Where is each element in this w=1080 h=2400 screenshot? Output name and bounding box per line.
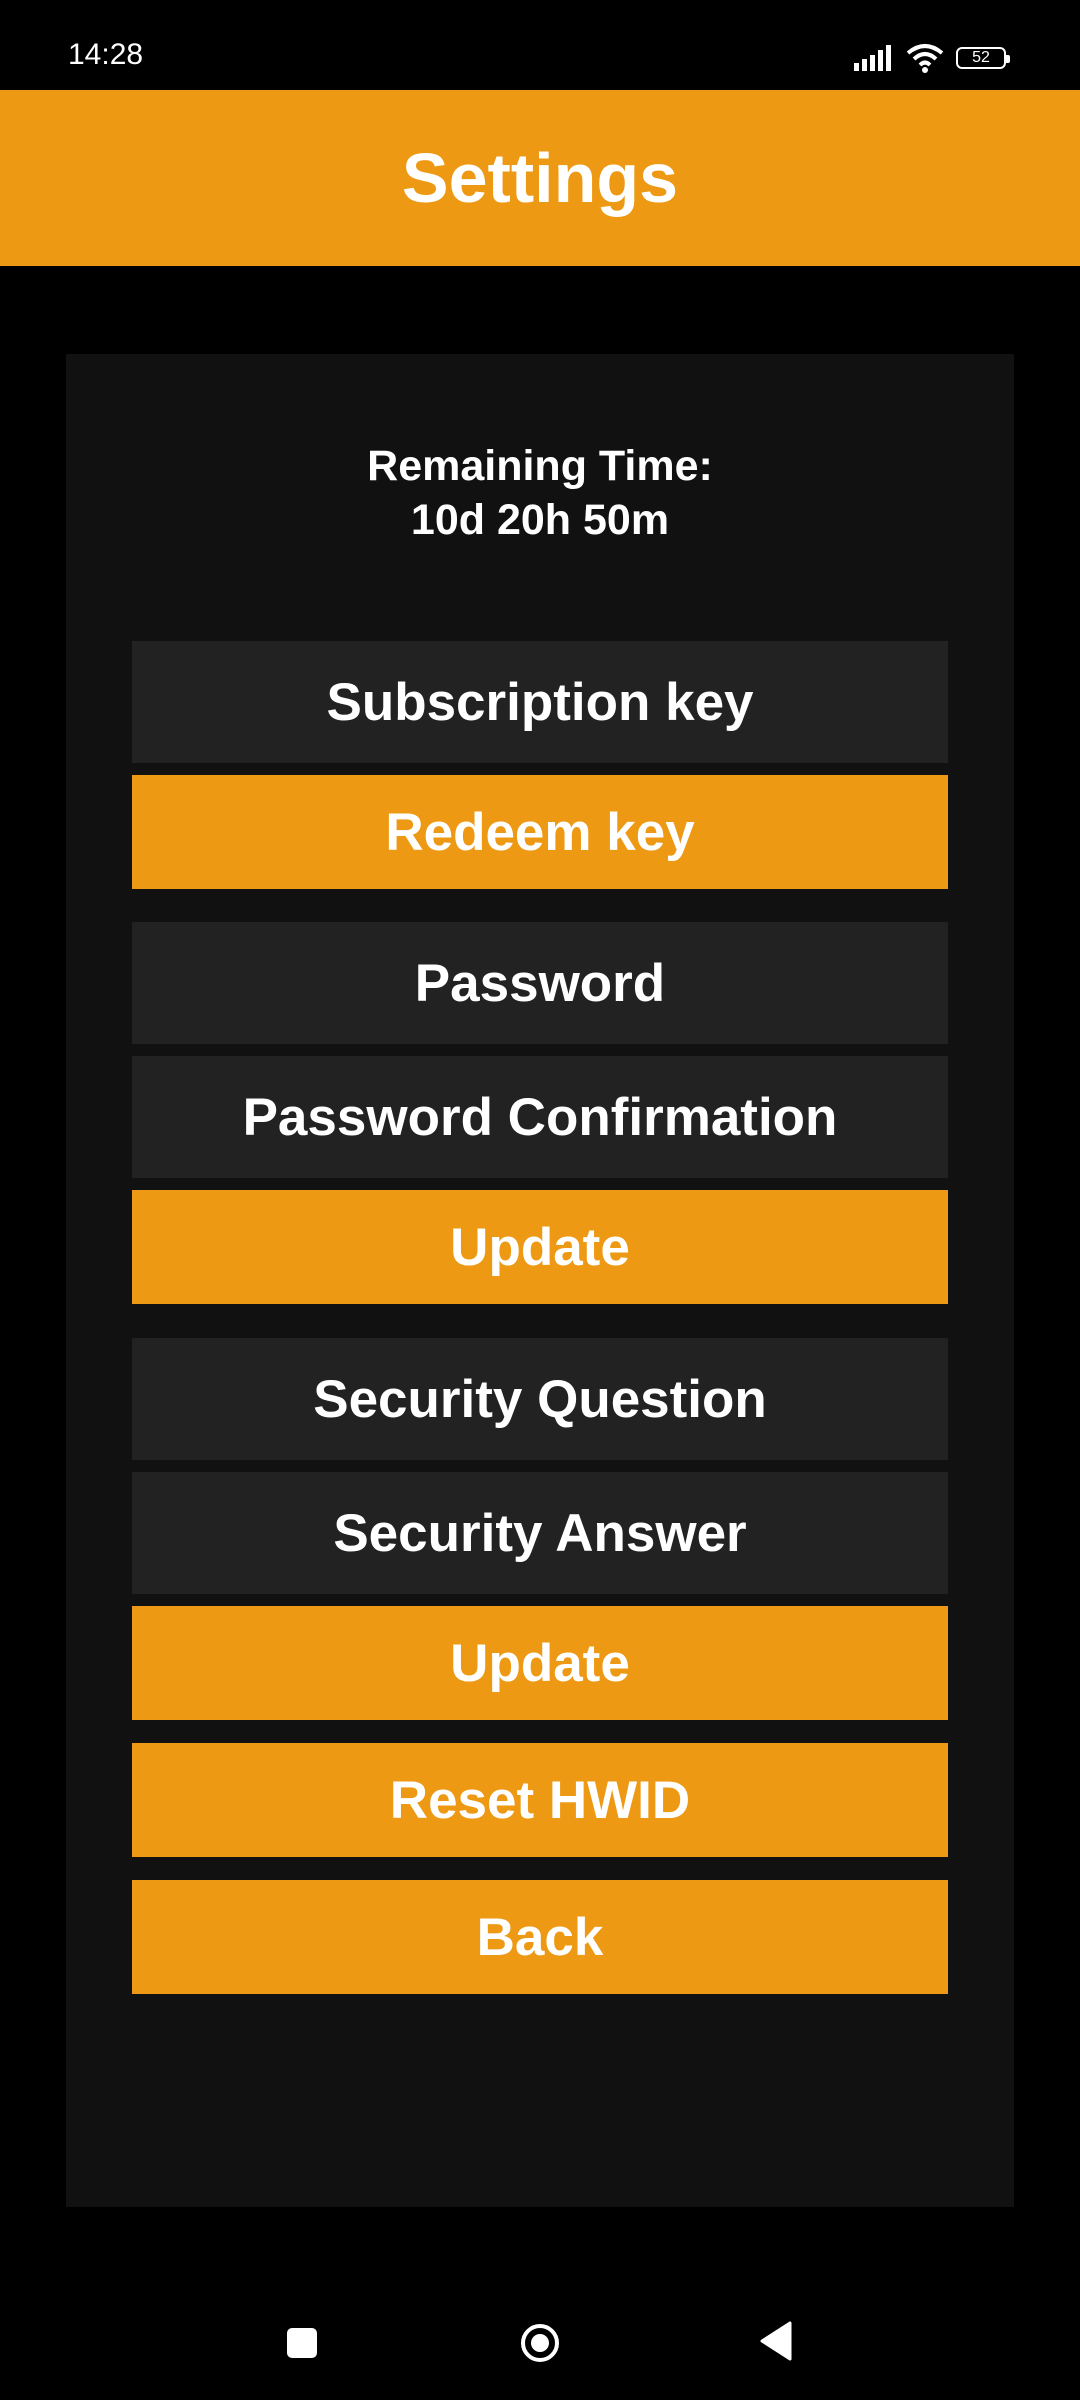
update-password-button[interactable]: Update	[132, 1190, 948, 1304]
app-header: Settings	[0, 90, 1080, 266]
redeem-key-button[interactable]: Redeem key	[132, 775, 948, 889]
settings-panel: Remaining Time: 10d 20h 50m Subscription…	[66, 354, 1014, 2207]
update-security-button[interactable]: Update	[132, 1606, 948, 1720]
recents-square-icon[interactable]	[287, 2328, 317, 2358]
status-time: 14:28	[68, 38, 144, 71]
subscription-key-field[interactable]: Subscription key	[132, 641, 948, 763]
back-button[interactable]: Back	[132, 1880, 948, 1994]
page-title: Settings	[401, 139, 679, 217]
password-confirmation-field[interactable]: Password Confirmation	[132, 1056, 948, 1178]
status-icons: 52	[854, 40, 1010, 76]
wifi-icon	[906, 44, 944, 73]
back-triangle-icon[interactable]	[760, 2321, 792, 2361]
security-answer-field[interactable]: Security Answer	[132, 1472, 948, 1594]
remaining-time-label: Remaining Time:	[367, 442, 713, 490]
remaining-time: Remaining Time: 10d 20h 50m	[66, 439, 1014, 547]
navigation-bar	[0, 2290, 1080, 2400]
remaining-time-value: 10d 20h 50m	[410, 496, 670, 544]
home-circle-icon[interactable]	[520, 2323, 560, 2363]
reset-hwid-button[interactable]: Reset HWID	[132, 1743, 948, 1857]
battery-icon: 52	[956, 47, 1010, 69]
status-bar: 14:28 52	[0, 0, 1080, 90]
battery-level: 52	[972, 49, 990, 66]
password-field[interactable]: Password	[132, 922, 948, 1044]
signal-icon	[854, 45, 891, 71]
security-question-field[interactable]: Security Question	[132, 1338, 948, 1460]
